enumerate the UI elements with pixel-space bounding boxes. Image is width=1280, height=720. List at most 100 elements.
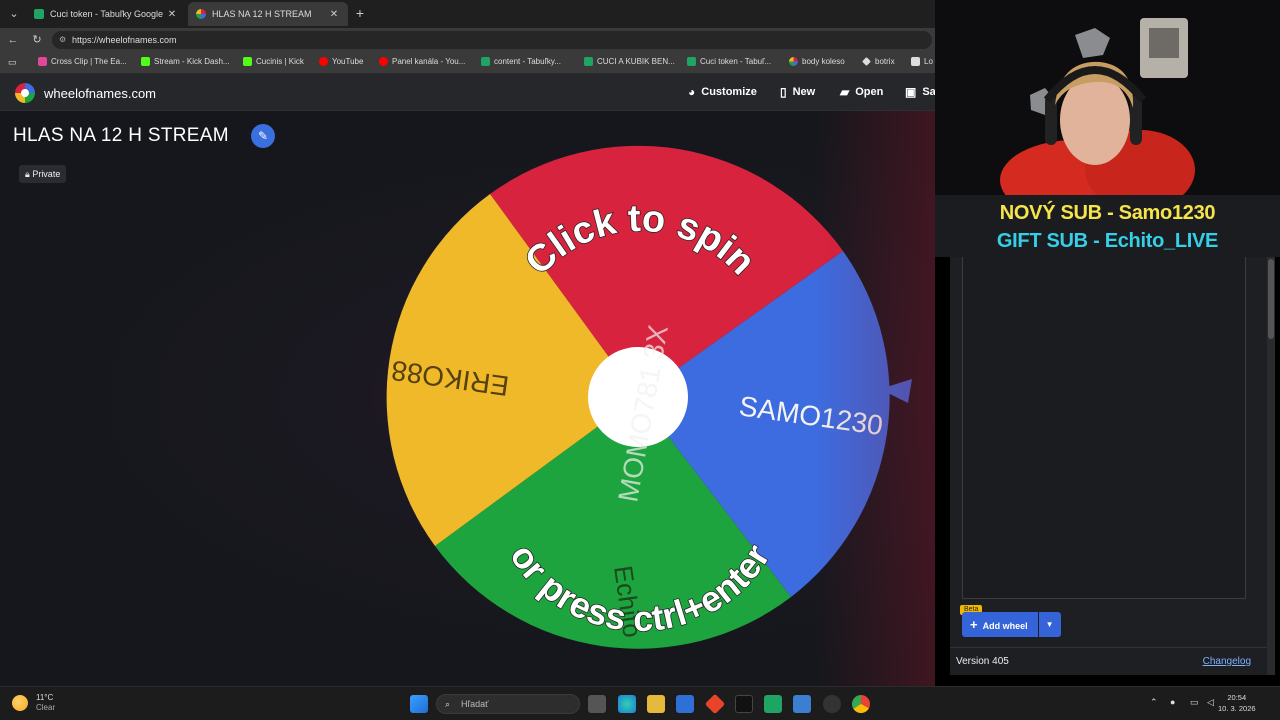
bookmark-item[interactable]: Cross Clip | The Ea... [38, 57, 127, 66]
taskbar-search[interactable]: ⌕ Hľadať [436, 694, 580, 714]
logo-text: wheelofnames.com [44, 85, 156, 101]
network-icon[interactable]: ▭ [1190, 697, 1199, 708]
tab-hlas-na-12h[interactable]: HLAS NA 12 H STREAM ✕ [188, 2, 348, 26]
gift-sub-text: GIFT SUB - Echito_LIVE [996, 230, 1219, 252]
sheets-icon [687, 57, 696, 66]
sheets-icon [584, 57, 593, 66]
obs-icon[interactable] [823, 695, 841, 713]
bookmark-item[interactable]: Cucinis | Kick [243, 57, 304, 66]
open-button[interactable]: ▰ Open [840, 85, 883, 99]
site-info-icon[interactable]: ⚙ [59, 31, 66, 49]
windows-taskbar: 11°C Clear ⌕ Hľadať ⌃ ● ▭ ◁ 20:54 10. 3.… [0, 686, 1280, 720]
editor-app-icon[interactable] [793, 695, 811, 713]
save-button[interactable]: ▣ Sa [905, 85, 936, 99]
private-badge[interactable]: 🔒︎ Private [19, 165, 67, 183]
wheel-title: HLAS NA 12 H STREAM [13, 125, 229, 146]
reload-icon[interactable]: ↻ [29, 32, 45, 48]
palette-icon: ◕ [688, 85, 696, 99]
wheel-logo-icon [15, 83, 35, 103]
new-sub-text: NOVÝ SUB - Samo1230 [999, 202, 1216, 224]
youtube-icon [319, 57, 328, 66]
store-icon[interactable] [676, 695, 694, 713]
add-wheel-group: + Add wheel ▼ [962, 612, 1061, 637]
volume-icon[interactable]: ◁ [1207, 697, 1214, 708]
edit-title-pencil-icon[interactable]: ✎ [251, 124, 275, 148]
wheel-main-area: HLAS NA 12 H STREAM ✎ 🔒︎ Private MOMO781… [0, 111, 935, 686]
edge-browser-icon[interactable] [618, 695, 636, 713]
wheel-icon [789, 57, 798, 66]
entries-textarea[interactable] [962, 257, 1246, 599]
bookmarks-bar: ▭ Cross Clip | The Ea... Stream - Kick D… [0, 52, 935, 74]
search-icon: ⌕ [445, 699, 451, 709]
sub-alert-banner: NOVÝ SUB - Samo1230 GIFT SUB - Echito_LI… [935, 195, 1280, 257]
app-diamond-icon[interactable] [704, 693, 726, 715]
lock-icon: 🔒︎ [25, 169, 30, 179]
chrome-icon[interactable] [852, 695, 870, 713]
address-toolbar: ← ↻ ⚙ https://wheelofnames.com [0, 28, 935, 52]
tiktok-icon[interactable] [735, 695, 753, 713]
crossclip-icon [38, 57, 47, 66]
taskbar-clock[interactable]: 20:54 10. 3. 2026 [1218, 692, 1256, 714]
bookmark-item[interactable]: body koleso [789, 57, 845, 66]
weather-text: Clear [36, 703, 56, 712]
add-wheel-button[interactable]: + Add wheel [962, 612, 1038, 637]
bookmark-item[interactable]: botrix [862, 57, 895, 66]
scrollbar-thumb[interactable] [1268, 259, 1274, 339]
weather-temp: 11°C [36, 693, 54, 702]
customize-button[interactable]: ◕ Customize [688, 85, 757, 99]
panel-footer: Version 405 Changelog [950, 647, 1268, 675]
tab-title: HLAS NA 12 H STREAM [212, 9, 312, 19]
grid-icon [911, 57, 920, 66]
bookmark-item[interactable]: Cuci token - Tabuľ... [687, 57, 771, 66]
browser-tab-bar: ⌄ Cuci token - Tabuľky Google ✕ HLAS NA … [0, 0, 935, 28]
botrix-icon [862, 57, 871, 66]
panel-scrollbar[interactable] [1267, 257, 1275, 675]
windows-start-icon[interactable] [410, 695, 428, 713]
save-icon: ▣ [905, 85, 917, 99]
sun-icon [12, 695, 28, 711]
bookmark-item[interactable]: CUCI A KUBIK BEN... [584, 57, 675, 66]
spin-wheel[interactable]: MOMO781 3X SAMO1230 Echito ERIKO88 Click… [370, 131, 930, 661]
tray-chevron-up-icon[interactable]: ⌃ [1150, 697, 1158, 708]
bookmark-item[interactable]: content - Tabuľky... [481, 57, 561, 66]
bookmark-item[interactable]: Panel kanála - You... [379, 57, 465, 66]
bookmark-item[interactable]: Stream - Kick Dash... [141, 57, 230, 66]
version-label: Version 405 [956, 656, 1009, 667]
bookmark-item[interactable]: YouTube [319, 57, 363, 66]
task-view-icon[interactable] [588, 695, 606, 713]
tab-title: Cuci token - Tabuľky Google [50, 9, 164, 19]
clock-date: 10. 3. 2026 [1218, 704, 1256, 713]
kick-icon [141, 57, 150, 66]
entries-panel: Beta + Add wheel ▼ Version 405 Changelog [950, 257, 1268, 675]
sheets-app-icon[interactable] [764, 695, 782, 713]
youtube-icon [379, 57, 388, 66]
url-text: https://wheelofnames.com [72, 35, 177, 45]
site-logo[interactable]: wheelofnames.com [14, 82, 156, 104]
folder-icon: ▰ [840, 85, 850, 99]
bookmarks-menu-icon[interactable]: ▭ [8, 57, 17, 68]
url-input[interactable]: ⚙ https://wheelofnames.com [52, 31, 932, 49]
webcam-image [935, 0, 1280, 195]
back-arrow-icon[interactable]: ← [5, 32, 21, 48]
sheets-favicon-icon [34, 9, 44, 19]
close-tab-icon[interactable]: ✕ [166, 9, 178, 20]
site-header: wheelofnames.com ◕ Customize ▯ New ▰ Open ▣… [0, 74, 936, 111]
plus-icon: + [970, 617, 978, 632]
tab-list-chevron-icon[interactable]: ⌄ [4, 4, 24, 24]
wheel-pointer-icon [880, 379, 912, 403]
file-explorer-icon[interactable] [647, 695, 665, 713]
kick-icon [243, 57, 252, 66]
clock-time: 20:54 [1227, 693, 1247, 702]
file-icon: ▯ [780, 85, 787, 99]
new-tab-plus-icon[interactable]: + [350, 4, 370, 24]
webcam-overlay [935, 0, 1280, 195]
bookmark-item[interactable]: Lo [911, 57, 933, 66]
new-button[interactable]: ▯ New [780, 85, 815, 99]
tab-cuci-token[interactable]: Cuci token - Tabuľky Google ✕ [26, 2, 186, 26]
weather-widget[interactable]: 11°C Clear [12, 693, 55, 713]
add-wheel-dropdown-chevron-icon[interactable]: ▼ [1038, 612, 1061, 637]
wheel-favicon-icon [196, 9, 206, 19]
close-tab-icon[interactable]: ✕ [328, 9, 340, 20]
changelog-link[interactable]: Changelog [1203, 656, 1251, 667]
microphone-icon[interactable]: ● [1170, 697, 1175, 707]
